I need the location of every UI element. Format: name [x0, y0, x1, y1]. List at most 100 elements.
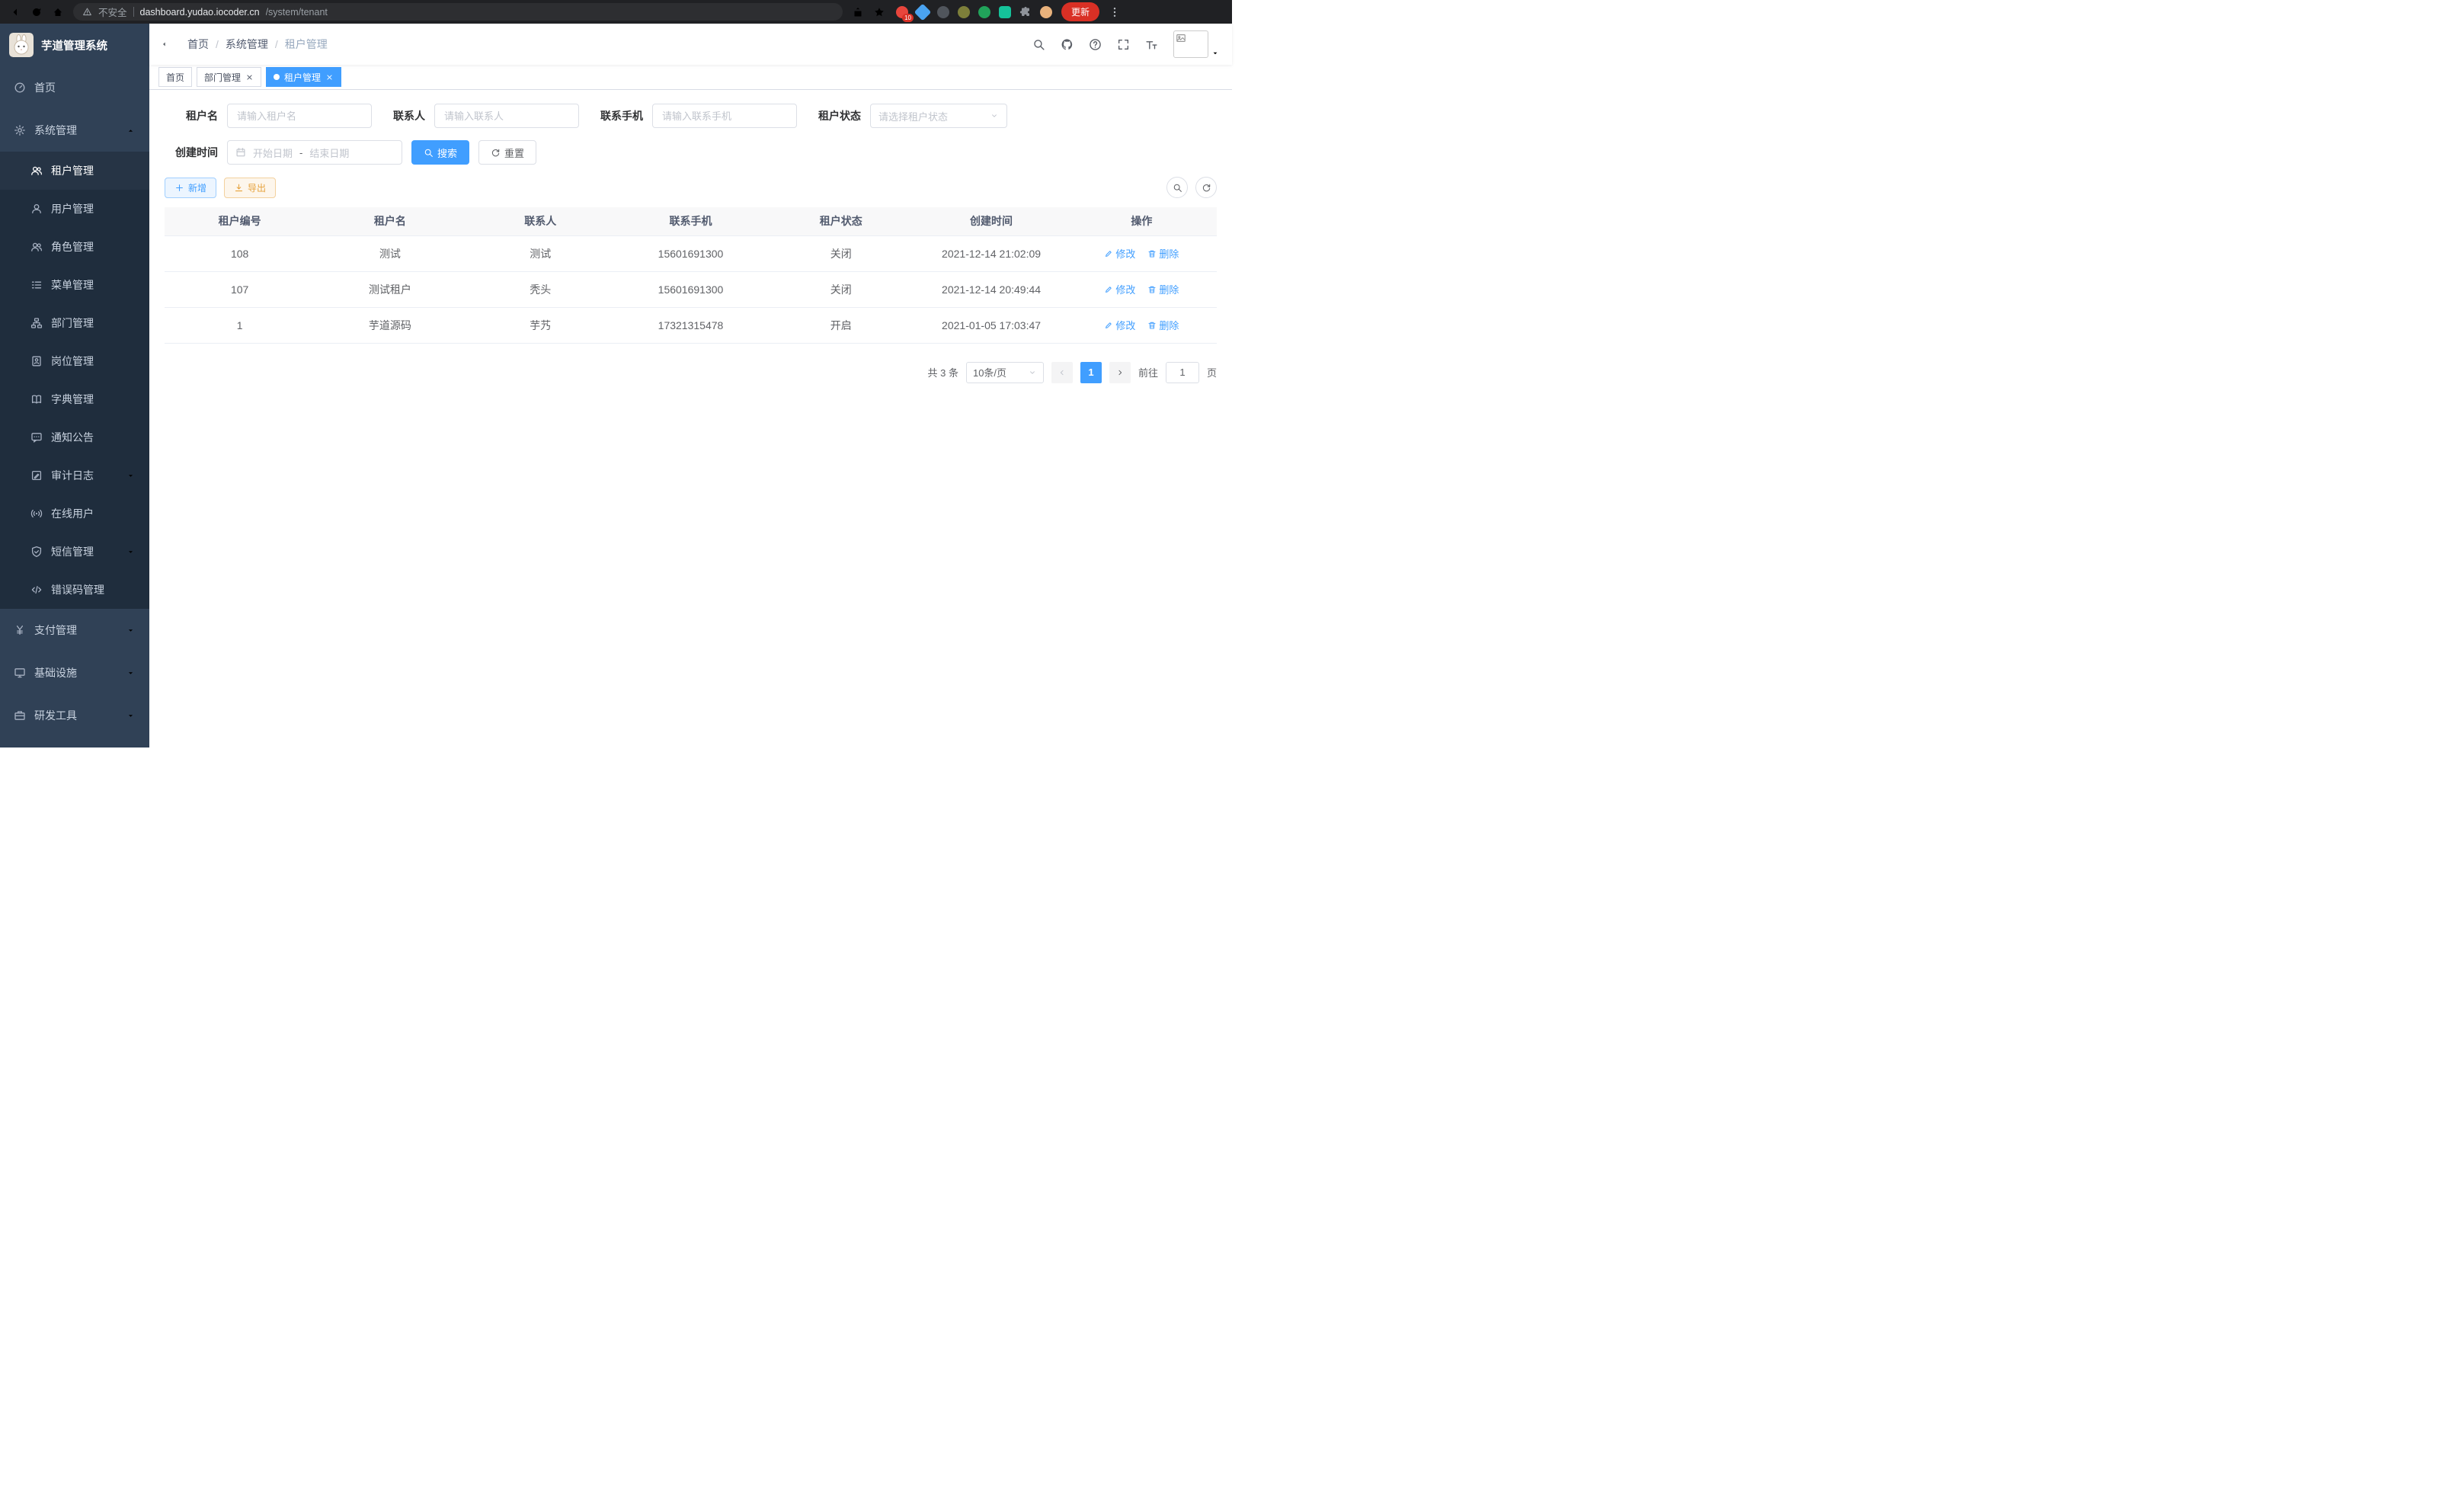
table-toolbar: 新增 导出: [165, 177, 1217, 198]
logo-rabbit-avatar: [9, 33, 34, 57]
extension-icon-3[interactable]: [937, 6, 949, 18]
cell-tenant-id: 107: [165, 271, 315, 307]
share-icon[interactable]: [852, 6, 864, 18]
sidebar-item-tenant[interactable]: 租户管理: [0, 152, 149, 190]
extension-icon-6[interactable]: [999, 6, 1011, 18]
table-row: 108 测试 测试 15601691300 关闭 2021-12-14 21:0…: [165, 235, 1217, 271]
date-range-picker[interactable]: 开始日期 - 结束日期: [227, 140, 402, 165]
page-content: 租户名 联系人 联系手机 租户状态 请选择租户状态: [149, 90, 1232, 748]
create-time-label: 创建时间: [165, 145, 218, 160]
extensions-cluster: 10: [896, 6, 1052, 18]
delete-link[interactable]: 删除: [1147, 246, 1179, 261]
font-size-icon[interactable]: [1145, 38, 1158, 51]
tab-close-icon[interactable]: [245, 73, 254, 82]
app-logo[interactable]: 芋道管理系统: [0, 24, 149, 66]
toggle-search-button[interactable]: [1166, 177, 1188, 198]
tab-close-icon[interactable]: [325, 73, 334, 82]
tenant-name-input[interactable]: [227, 104, 372, 128]
address-bar[interactable]: 不安全 dashboard.yudao.iocoder.cn/system/te…: [73, 3, 843, 21]
user-avatar[interactable]: [1173, 30, 1220, 58]
omnibox-divider: [133, 7, 134, 17]
reset-button[interactable]: 重置: [478, 140, 536, 165]
sidebar-item-post[interactable]: 岗位管理: [0, 342, 149, 380]
monitor-icon: [14, 667, 26, 679]
page-number-button[interactable]: 1: [1080, 362, 1102, 383]
bookmark-star-icon[interactable]: [873, 6, 885, 18]
search-icon[interactable]: [1032, 38, 1045, 51]
browser-update-button[interactable]: 更新: [1061, 2, 1099, 21]
goto-label: 前往: [1138, 365, 1158, 379]
extension-badge: 10: [902, 14, 914, 22]
col-mobile: 联系手机: [616, 207, 766, 235]
tenant-name-label: 租户名: [165, 108, 218, 123]
back-icon[interactable]: [9, 6, 21, 18]
tab-tenant[interactable]: 租户管理: [266, 67, 341, 87]
avatar-image-placeholder: [1173, 30, 1208, 58]
plus-icon: [174, 183, 184, 193]
next-page-button[interactable]: [1109, 362, 1131, 383]
profile-avatar-icon[interactable]: [1040, 6, 1052, 18]
help-question-icon[interactable]: [1089, 38, 1102, 51]
refresh-table-button[interactable]: [1195, 177, 1217, 198]
sidebar-item-online-user[interactable]: 在线用户: [0, 495, 149, 533]
sidebar-item-devtools[interactable]: 研发工具: [0, 694, 149, 737]
calendar-icon: [235, 147, 246, 158]
delete-link[interactable]: 删除: [1147, 318, 1179, 332]
sidebar-item-payment[interactable]: 支付管理: [0, 609, 149, 651]
cell-mobile: 17321315478: [616, 307, 766, 343]
sidebar-item-infra[interactable]: 基础设施: [0, 651, 149, 694]
search-icon: [1173, 183, 1182, 193]
mobile-input[interactable]: [652, 104, 797, 128]
goto-page-input[interactable]: [1166, 362, 1199, 383]
edit-link[interactable]: 修改: [1104, 246, 1135, 261]
extension-icon-4[interactable]: [958, 6, 970, 18]
table-row: 1 芋道源码 芋艿 17321315478 开启 2021-01-05 17:0…: [165, 307, 1217, 343]
browser-chrome: 不安全 dashboard.yudao.iocoder.cn/system/te…: [0, 0, 1232, 24]
extension-icon-5[interactable]: [978, 6, 990, 18]
sidebar-item-system[interactable]: 系统管理: [0, 109, 149, 152]
sidebar-item-menu[interactable]: 菜单管理: [0, 266, 149, 304]
sidebar-item-role[interactable]: 角色管理: [0, 228, 149, 266]
filter-mobile: 联系手机: [600, 104, 797, 128]
reload-icon[interactable]: [30, 6, 43, 18]
tab-dept[interactable]: 部门管理: [197, 67, 261, 87]
page-size-select[interactable]: 10条/页: [966, 362, 1044, 383]
add-button[interactable]: 新增: [165, 178, 216, 198]
edit-link[interactable]: 修改: [1104, 282, 1135, 296]
status-select[interactable]: 请选择租户状态: [870, 104, 1007, 128]
fullscreen-icon[interactable]: [1117, 38, 1130, 51]
user-icon: [30, 203, 43, 215]
sidebar-item-error-code[interactable]: 错误码管理: [0, 571, 149, 609]
prev-page-button[interactable]: [1051, 362, 1073, 383]
sidebar-item-dict[interactable]: 字典管理: [0, 380, 149, 418]
breadcrumb-system[interactable]: 系统管理: [226, 37, 268, 52]
browser-menu-kebab-icon[interactable]: [1109, 6, 1121, 18]
puzzle-icon[interactable]: [1019, 6, 1032, 18]
tab-home[interactable]: 首页: [158, 67, 192, 87]
extension-icon-2[interactable]: [914, 3, 932, 21]
sidebar-item-dept[interactable]: 部门管理: [0, 304, 149, 342]
search-button[interactable]: 搜索: [411, 140, 469, 165]
home-icon[interactable]: [52, 6, 64, 18]
contact-input[interactable]: [434, 104, 579, 128]
status-select-placeholder: 请选择租户状态: [878, 109, 948, 123]
cell-actions: 修改删除: [1067, 235, 1217, 271]
sidebar-item-audit-log[interactable]: 审计日志: [0, 456, 149, 495]
export-button[interactable]: 导出: [224, 178, 276, 198]
sidebar-item-sms[interactable]: 短信管理: [0, 533, 149, 571]
sidebar-item-home[interactable]: 首页: [0, 66, 149, 109]
sidebar-item-user[interactable]: 用户管理: [0, 190, 149, 228]
edit-link[interactable]: 修改: [1104, 318, 1135, 332]
delete-link[interactable]: 删除: [1147, 282, 1179, 296]
extension-icon-1[interactable]: 10: [896, 6, 908, 18]
cell-tenant-name: 测试: [315, 235, 465, 271]
trash-icon: [1147, 249, 1157, 258]
book-icon: [30, 393, 43, 405]
code-icon: [30, 584, 43, 596]
yen-icon: [14, 624, 26, 636]
github-icon[interactable]: [1061, 38, 1074, 51]
breadcrumb-home[interactable]: 首页: [187, 37, 209, 52]
col-contact: 联系人: [466, 207, 616, 235]
sidebar-toggle-icon[interactable]: [162, 37, 175, 51]
sidebar-item-notice[interactable]: 通知公告: [0, 418, 149, 456]
